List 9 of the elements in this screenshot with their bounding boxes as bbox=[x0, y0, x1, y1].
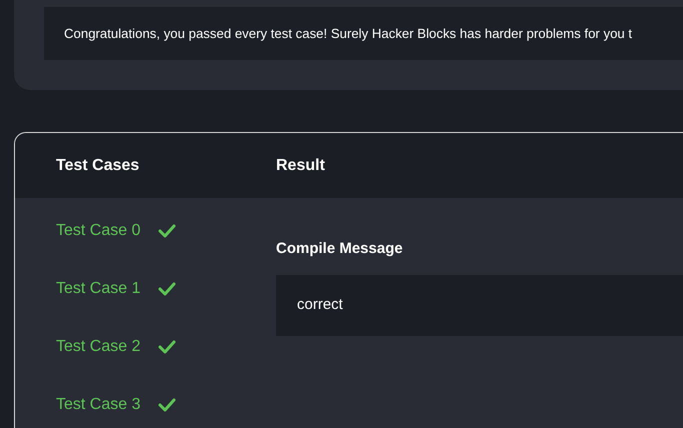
congratulations-message: Congratulations, you passed every test case! Surely Hacker Blocks has harder problems for you t bbox=[64, 24, 632, 43]
test-case-link[interactable]: Test Case 1 bbox=[56, 277, 140, 301]
test-case-link[interactable]: Test Case 3 bbox=[56, 393, 140, 417]
compile-message-text: correct bbox=[297, 294, 343, 315]
result-heading: Result bbox=[276, 156, 325, 174]
compile-message-label: Compile Message bbox=[276, 239, 404, 259]
test-case-link[interactable]: Test Case 2 bbox=[56, 335, 140, 359]
test-case-link[interactable]: Test Case 0 bbox=[56, 219, 140, 243]
test-cases-heading: Test Cases bbox=[56, 156, 140, 174]
